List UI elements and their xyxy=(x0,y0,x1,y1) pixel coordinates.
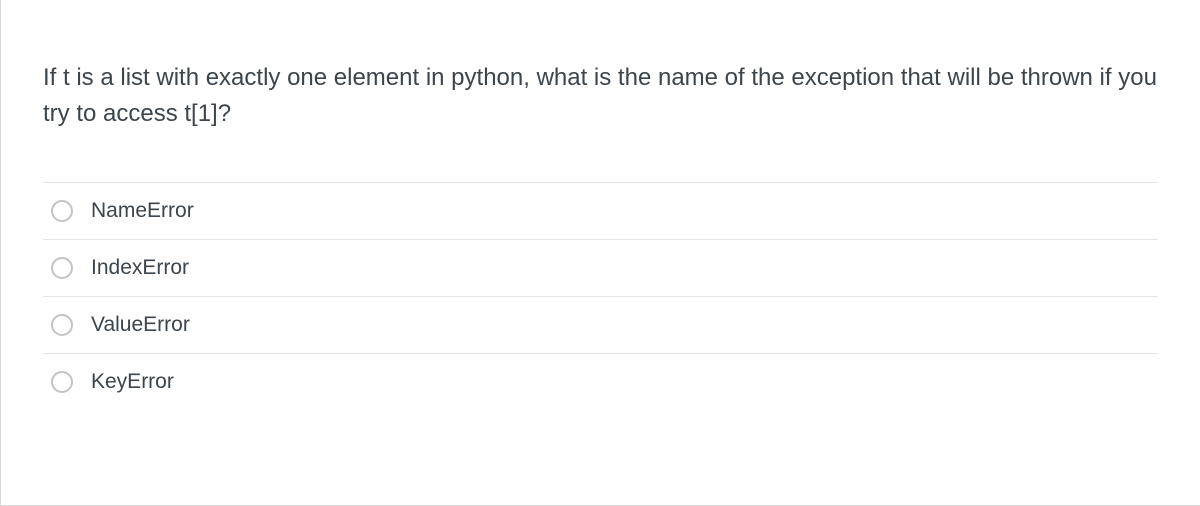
option-row[interactable]: ValueError xyxy=(43,296,1158,353)
option-row[interactable]: NameError xyxy=(43,182,1158,239)
question-container: If t is a list with exactly one element … xyxy=(0,0,1200,506)
options-list: NameError IndexError ValueError KeyError xyxy=(43,182,1158,414)
radio-icon[interactable] xyxy=(51,371,73,393)
option-label[interactable]: IndexError xyxy=(91,256,189,280)
option-label[interactable]: KeyError xyxy=(91,370,174,394)
radio-icon[interactable] xyxy=(51,314,73,336)
radio-icon[interactable] xyxy=(51,257,73,279)
radio-icon[interactable] xyxy=(51,200,73,222)
option-label[interactable]: ValueError xyxy=(91,313,190,337)
question-text: If t is a list with exactly one element … xyxy=(1,0,1200,182)
option-row[interactable]: KeyError xyxy=(43,353,1158,414)
option-label[interactable]: NameError xyxy=(91,199,194,223)
option-row[interactable]: IndexError xyxy=(43,239,1158,296)
